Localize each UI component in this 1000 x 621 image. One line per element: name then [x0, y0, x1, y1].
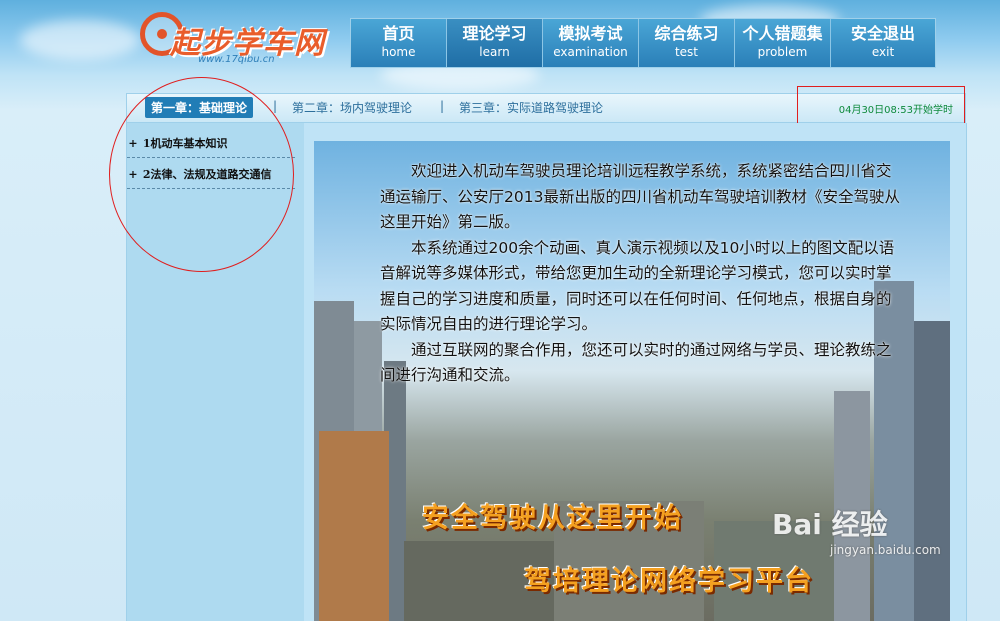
tab-separator: |	[273, 99, 278, 113]
tab-separator: |	[440, 99, 445, 113]
nav-learn[interactable]: 理论学习 learn	[447, 19, 543, 67]
intro-text: 欢迎进入机动车驾驶员理论培训远程教学系统，系统紧密结合四川省交通运输厅、公安厅2…	[380, 159, 900, 389]
baidu-watermark: Bai 经验 jingyan.baidu.com	[772, 503, 941, 557]
nav-home[interactable]: 首页 home	[351, 19, 447, 67]
nav-exit[interactable]: 安全退出 exit	[831, 19, 935, 67]
slogan-primary: 安全驾驶从这里开始	[422, 503, 683, 534]
nav-examination[interactable]: 模拟考试 examination	[543, 19, 639, 67]
annotation-circle	[109, 77, 294, 272]
slogan-secondary: 驾培理论网络学习平台	[524, 566, 814, 597]
tab-chapter-2[interactable]: 第二章：场内驾驶理论	[292, 99, 412, 116]
intro-paragraph: 本系统通过200余个动画、真人演示视频以及10小时以上的图文配以语音解说等多媒体…	[380, 238, 895, 334]
nav-problem[interactable]: 个人错题集 problem	[735, 19, 831, 67]
main-nav: 首页 home 理论学习 learn 模拟考试 examination 综合练习…	[350, 18, 936, 68]
site-header: 起步学车网 www.17qibu.cn 首页 home 理论学习 learn 模…	[0, 0, 1000, 90]
tab-chapter-3[interactable]: 第三章：实际道路驾驶理论	[459, 99, 603, 116]
watermark-url: jingyan.baidu.com	[830, 543, 941, 557]
logo-url: www.17qibu.cn	[198, 54, 275, 65]
site-logo[interactable]: 起步学车网 www.17qibu.cn	[140, 10, 340, 72]
nav-test[interactable]: 综合练习 test	[639, 19, 735, 67]
intro-paragraph: 通过互联网的聚合作用，您还可以实时的通过网络与学员、理论教练之间进行沟通和交流。	[380, 340, 892, 385]
watermark-brand: Bai 经验	[772, 508, 888, 541]
intro-paragraph: 欢迎进入机动车驾驶员理论培训远程教学系统，系统紧密结合四川省交通运输厅、公安厅2…	[380, 162, 900, 231]
